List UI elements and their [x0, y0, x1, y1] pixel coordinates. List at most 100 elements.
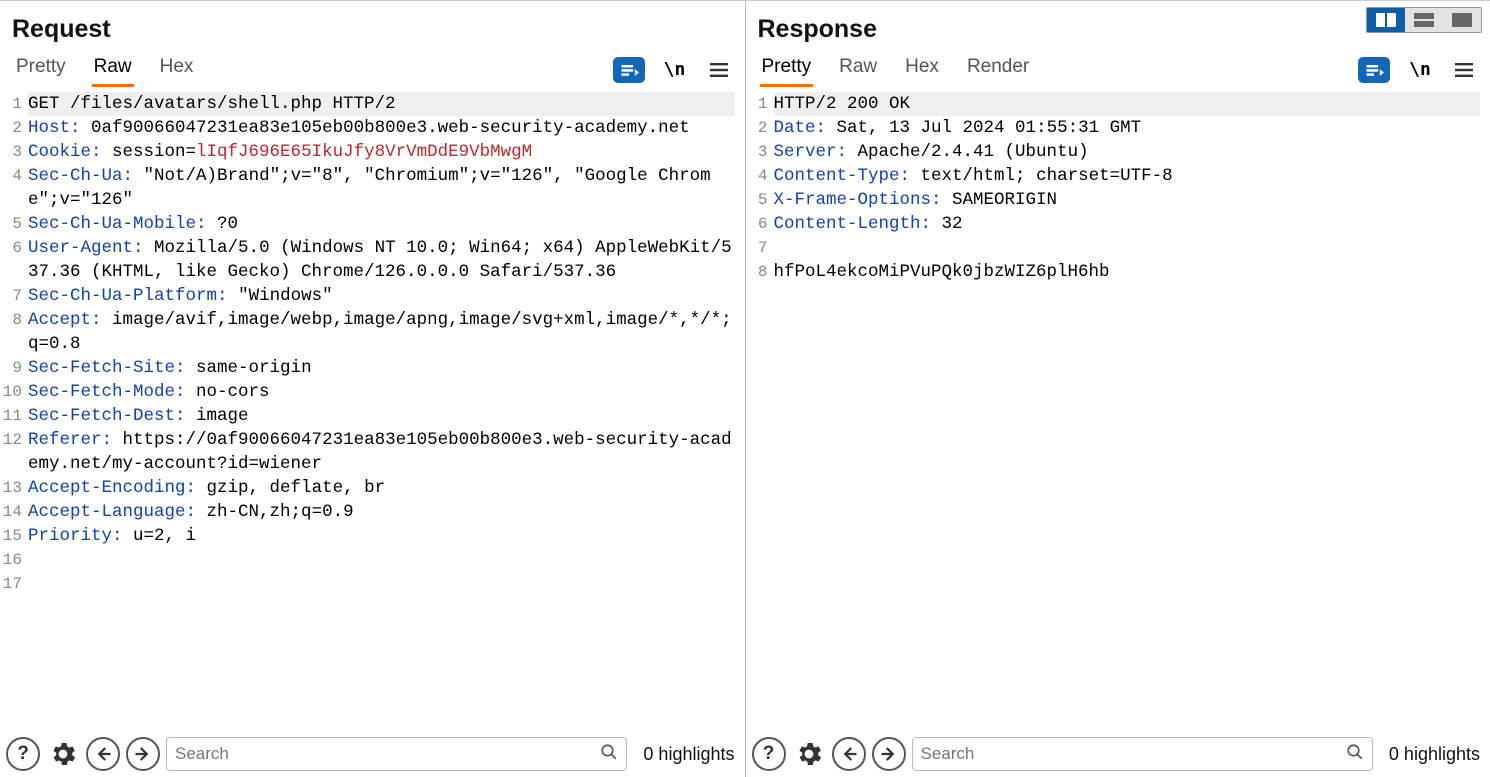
- line-number: 9: [0, 356, 28, 380]
- tab-render[interactable]: Render: [965, 52, 1031, 87]
- request-search-input[interactable]: [175, 744, 600, 764]
- line-content[interactable]: [28, 572, 745, 596]
- line-content[interactable]: Host: 0af90066047231ea83e105eb00b800e3.w…: [28, 116, 745, 140]
- tab-pretty[interactable]: Pretty: [14, 52, 68, 87]
- line-content[interactable]: Accept: image/avif,image/webp,image/apng…: [28, 308, 745, 356]
- editor-line: 11Sec-Fetch-Dest: image: [0, 404, 745, 428]
- editor-line: 4Content-Type: text/html; charset=UTF-8: [746, 164, 1490, 188]
- newline-toggle-icon[interactable]: \n: [661, 56, 689, 84]
- line-number: 1: [0, 92, 28, 116]
- editor-line: 10Sec-Fetch-Mode: no-cors: [0, 380, 745, 404]
- line-number: 6: [0, 236, 28, 284]
- line-number: 12: [0, 428, 28, 476]
- help-icon[interactable]: ?: [752, 737, 786, 771]
- line-number: 6: [746, 212, 774, 236]
- line-content[interactable]: Sec-Ch-Ua-Platform: "Windows": [28, 284, 745, 308]
- line-content[interactable]: Sec-Ch-Ua-Mobile: ?0: [28, 212, 745, 236]
- line-content[interactable]: Cookie: session=lIqfJ696E65IkuJfy8VrVmDd…: [28, 140, 745, 164]
- line-content[interactable]: Server: Apache/2.4.41 (Ubuntu): [774, 140, 1490, 164]
- editor-line: 2Host: 0af90066047231ea83e105eb00b800e3.…: [0, 116, 745, 140]
- line-number: 16: [0, 548, 28, 572]
- line-number: 8: [746, 260, 774, 284]
- line-content[interactable]: [774, 236, 1490, 260]
- forward-arrow-icon[interactable]: [872, 737, 906, 771]
- editor-line: 7Sec-Ch-Ua-Platform: "Windows": [0, 284, 745, 308]
- request-search-box[interactable]: [166, 737, 627, 771]
- editor-line: 2Date: Sat, 13 Jul 2024 01:55:31 GMT: [746, 116, 1490, 140]
- line-content[interactable]: X-Frame-Options: SAMEORIGIN: [774, 188, 1490, 212]
- line-number: 5: [746, 188, 774, 212]
- line-content[interactable]: [28, 548, 745, 572]
- actions-icon[interactable]: [613, 57, 645, 83]
- line-content[interactable]: GET /files/avatars/shell.php HTTP/2: [28, 92, 745, 116]
- hamburger-icon[interactable]: [1450, 56, 1478, 84]
- line-number: 8: [0, 308, 28, 356]
- gear-icon[interactable]: [792, 737, 826, 771]
- line-content[interactable]: User-Agent: Mozilla/5.0 (Windows NT 10.0…: [28, 236, 745, 284]
- response-editor[interactable]: 1HTTP/2 200 OK2Date: Sat, 13 Jul 2024 01…: [746, 88, 1490, 733]
- line-content[interactable]: Accept-Encoding: gzip, deflate, br: [28, 476, 745, 500]
- editor-line: 6User-Agent: Mozilla/5.0 (Windows NT 10.…: [0, 236, 745, 284]
- tab-raw[interactable]: Raw: [837, 52, 879, 87]
- editor-line: 3Server: Apache/2.4.41 (Ubuntu): [746, 140, 1490, 164]
- request-pane: Request Pretty Raw Hex \n 1GET /files/avat…: [0, 1, 745, 777]
- line-content[interactable]: HTTP/2 200 OK: [774, 92, 1490, 116]
- request-editor[interactable]: 1GET /files/avatars/shell.php HTTP/22Hos…: [0, 88, 745, 733]
- line-number: 1: [746, 92, 774, 116]
- editor-line: 8hfPoL4ekcoMiPVuPQk0jbzWIZ6plH6hb: [746, 260, 1490, 284]
- tab-pretty[interactable]: Pretty: [760, 52, 814, 87]
- line-number: 4: [746, 164, 774, 188]
- line-number: 3: [746, 140, 774, 164]
- line-content[interactable]: hfPoL4ekcoMiPVuPQk0jbzWIZ6plH6hb: [774, 260, 1490, 284]
- line-number: 7: [0, 284, 28, 308]
- editor-line: 7: [746, 236, 1490, 260]
- line-content[interactable]: Date: Sat, 13 Jul 2024 01:55:31 GMT: [774, 116, 1490, 140]
- line-number: 17: [0, 572, 28, 596]
- actions-icon[interactable]: [1358, 57, 1390, 83]
- editor-line: 16: [0, 548, 745, 572]
- line-number: 15: [0, 524, 28, 548]
- response-pane: Response Pretty Raw Hex Render \n 1HTTP/2 2…: [746, 1, 1490, 777]
- editor-line: 8Accept: image/avif,image/webp,image/apn…: [0, 308, 745, 356]
- line-content[interactable]: Sec-Fetch-Mode: no-cors: [28, 380, 745, 404]
- tab-raw[interactable]: Raw: [92, 52, 134, 87]
- editor-line: 3Cookie: session=lIqfJ696E65IkuJfy8VrVmD…: [0, 140, 745, 164]
- line-content[interactable]: Content-Length: 32: [774, 212, 1490, 236]
- line-content[interactable]: Referer: https://0af90066047231ea83e105e…: [28, 428, 745, 476]
- tab-hex[interactable]: Hex: [903, 52, 941, 87]
- back-arrow-icon[interactable]: [86, 737, 120, 771]
- request-title: Request: [12, 15, 111, 44]
- editor-line: 6Content-Length: 32: [746, 212, 1490, 236]
- line-content[interactable]: Sec-Fetch-Dest: image: [28, 404, 745, 428]
- line-content[interactable]: Sec-Ch-Ua: "Not/A)Brand";v="8", "Chromiu…: [28, 164, 745, 212]
- line-number: 11: [0, 404, 28, 428]
- search-icon[interactable]: [1346, 743, 1364, 765]
- newline-toggle-icon[interactable]: \n: [1406, 56, 1434, 84]
- help-icon[interactable]: ?: [6, 737, 40, 771]
- back-arrow-icon[interactable]: [832, 737, 866, 771]
- layout-split-icon[interactable]: [1367, 8, 1405, 32]
- line-number: 14: [0, 500, 28, 524]
- layout-single-icon[interactable]: [1443, 8, 1481, 32]
- response-title: Response: [758, 15, 877, 44]
- layout-buttons: [1366, 7, 1482, 33]
- line-content[interactable]: Sec-Fetch-Site: same-origin: [28, 356, 745, 380]
- forward-arrow-icon[interactable]: [126, 737, 160, 771]
- editor-line: 1GET /files/avatars/shell.php HTTP/2: [0, 92, 745, 116]
- hamburger-icon[interactable]: [705, 56, 733, 84]
- line-content[interactable]: Accept-Language: zh-CN,zh;q=0.9: [28, 500, 745, 524]
- response-search-box[interactable]: [912, 737, 1373, 771]
- editor-line: 9Sec-Fetch-Site: same-origin: [0, 356, 745, 380]
- editor-line: 12Referer: https://0af90066047231ea83e10…: [0, 428, 745, 476]
- response-tabs: Pretty Raw Hex Render: [760, 52, 1032, 87]
- request-highlights: 0 highlights: [643, 744, 734, 765]
- search-icon[interactable]: [600, 743, 618, 765]
- editor-line: 14Accept-Language: zh-CN,zh;q=0.9: [0, 500, 745, 524]
- line-content[interactable]: Priority: u=2, i: [28, 524, 745, 548]
- layout-horizontal-icon[interactable]: [1405, 8, 1443, 32]
- gear-icon[interactable]: [46, 737, 80, 771]
- tab-hex[interactable]: Hex: [158, 52, 196, 87]
- line-number: 5: [0, 212, 28, 236]
- response-search-input[interactable]: [921, 744, 1346, 764]
- line-content[interactable]: Content-Type: text/html; charset=UTF-8: [774, 164, 1490, 188]
